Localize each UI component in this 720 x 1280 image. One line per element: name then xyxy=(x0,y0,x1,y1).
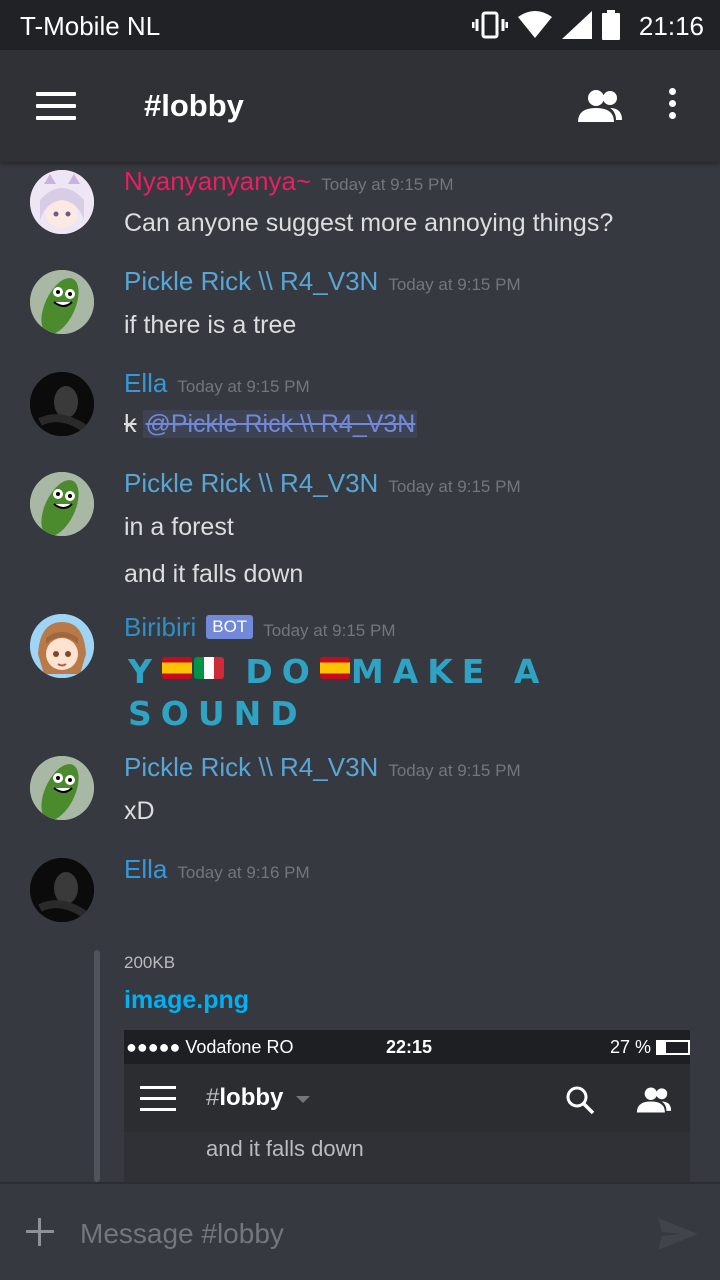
message-header: Nyanyanyanya~ Today at 9:15 PM xyxy=(124,166,454,197)
add-attachment-icon[interactable] xyxy=(26,1218,54,1246)
attachment-size: 200KB xyxy=(124,953,176,972)
message: Ella Today at 9:15 PM k @Pickle Rick \\ R… xyxy=(0,368,720,458)
vibrate-icon xyxy=(472,11,508,39)
message-author[interactable]: Pickle Rick \\ R4_V3N xyxy=(124,752,378,782)
message: Pickle Rick \\ R4_V3N Today at 9:15 PM xD xyxy=(0,752,720,842)
preview-members-icon xyxy=(636,1087,672,1113)
spain-flag-icon xyxy=(319,657,350,679)
avatar[interactable] xyxy=(30,472,94,536)
message-text: if there is a tree xyxy=(124,311,297,339)
more-options-icon[interactable] xyxy=(664,88,680,124)
message-header: Pickle Rick \\ R4_V3N Today at 9:15 PM xyxy=(124,752,521,783)
attachment-filename-link[interactable]: image.png xyxy=(124,986,249,1015)
status-icons xyxy=(472,10,620,40)
message-timestamp: Today at 9:15 PM xyxy=(388,477,521,496)
message-timestamp: Today at 9:15 PM xyxy=(388,761,521,780)
preview-carrier: ●●●●● Vodafone RO xyxy=(126,1037,294,1057)
carrier-name: T-Mobile NL xyxy=(20,11,161,41)
message-timestamp: Today at 9:15 PM xyxy=(321,175,454,194)
bot-badge: BOT xyxy=(206,615,254,639)
preview-channel-name: lobby xyxy=(219,1084,284,1111)
big-text-line: SOUND xyxy=(128,693,548,735)
message-header: Ella Today at 9:16 PM xyxy=(124,854,310,885)
message: Biribiri BOT Today at 9:15 PM Y DO MAKE A S… xyxy=(0,612,720,742)
avatar[interactable] xyxy=(30,756,94,820)
preview-status-bar: ●●●●● Vodafone RO 22:15 27 % xyxy=(124,1030,690,1064)
message-author[interactable]: Ella xyxy=(124,854,167,884)
preview-channel-title: #lobby xyxy=(206,1084,283,1112)
message-timestamp: Today at 9:16 PM xyxy=(177,863,310,882)
big-text-word: Y xyxy=(128,652,161,691)
italy-flag-icon xyxy=(193,657,224,679)
preview-menu-icon xyxy=(140,1086,176,1112)
preview-search-icon xyxy=(566,1086,595,1115)
preview-battery-icon xyxy=(656,1040,690,1055)
message-text-prefix: k xyxy=(124,410,137,438)
preview-message-text: and it falls down xyxy=(206,1136,364,1161)
wifi-icon xyxy=(518,11,552,38)
avatar[interactable] xyxy=(30,858,94,922)
big-text-word: MAKE A xyxy=(350,652,549,691)
big-text-message: Y DO MAKE A SOUND xyxy=(128,651,548,735)
status-bar: T-Mobile NL 21:16 xyxy=(0,0,720,50)
status-time: 21:16 xyxy=(638,11,704,41)
message: Nyanyanyanya~ Today at 9:15 PM Can anyone… xyxy=(0,166,720,256)
message-timestamp: Today at 9:15 PM xyxy=(263,621,396,640)
spain-flag-icon xyxy=(161,657,192,679)
message: Pickle Rick \\ R4_V3N Today at 9:15 PM if… xyxy=(0,266,720,356)
message-text: and it falls down xyxy=(124,560,304,588)
avatar[interactable] xyxy=(30,270,94,334)
message-author[interactable]: Ella xyxy=(124,368,167,398)
avatar[interactable] xyxy=(30,170,94,234)
big-text-line: Y DO MAKE A xyxy=(128,651,548,693)
preview-app-bar: #lobby xyxy=(124,1064,690,1132)
user-mention[interactable]: @Pickle Rick \\ R4_V3N xyxy=(143,410,418,438)
preview-dropdown-icon xyxy=(296,1096,310,1103)
message-header: Ella Today at 9:15 PM xyxy=(124,368,310,399)
message-header: Pickle Rick \\ R4_V3N Today at 9:15 PM xyxy=(124,266,521,297)
message-text: Can anyone suggest more annoying things? xyxy=(124,209,614,237)
attachment-image-preview[interactable]: ●●●●● Vodafone RO 22:15 27 % #lobby and … xyxy=(124,1030,690,1182)
channel-header: #lobby xyxy=(0,50,720,162)
attachment-accent-bar xyxy=(94,950,100,1182)
message-header: Pickle Rick \\ R4_V3N Today at 9:15 PM xyxy=(124,468,521,499)
send-icon[interactable] xyxy=(656,1216,700,1252)
battery-icon xyxy=(602,10,620,40)
message-author[interactable]: Pickle Rick \\ R4_V3N xyxy=(124,468,378,498)
message-text: in a forest xyxy=(124,513,234,541)
preview-hash: # xyxy=(206,1084,220,1111)
avatar[interactable] xyxy=(30,614,94,678)
message-timestamp: Today at 9:15 PM xyxy=(388,275,521,294)
message: Pickle Rick \\ R4_V3N Today at 9:15 PM in… xyxy=(0,468,720,598)
menu-icon[interactable] xyxy=(36,92,76,120)
message-author[interactable]: Biribiri xyxy=(124,612,196,642)
message-text: k @Pickle Rick \\ R4_V3N xyxy=(124,410,418,439)
avatar[interactable] xyxy=(30,372,94,436)
message-author[interactable]: Pickle Rick \\ R4_V3N xyxy=(124,266,378,296)
message-composer xyxy=(0,1182,720,1280)
members-icon[interactable] xyxy=(576,88,624,124)
message-input[interactable] xyxy=(80,1212,640,1256)
message-author[interactable]: Nyanyanyanya~ xyxy=(124,166,311,196)
big-text-word: DO xyxy=(245,652,319,691)
message-timestamp: Today at 9:15 PM xyxy=(177,377,310,396)
message-text: xD xyxy=(124,797,155,825)
message-header: Biribiri BOT Today at 9:15 PM xyxy=(124,612,396,643)
channel-title: #lobby xyxy=(144,88,244,123)
preview-time: 22:15 xyxy=(386,1037,433,1057)
big-text-word: SOUND xyxy=(128,694,307,733)
message: Ella Today at 9:16 PM xyxy=(0,854,720,944)
preview-battery-text: 27 % xyxy=(610,1037,652,1057)
signal-icon xyxy=(562,11,592,39)
